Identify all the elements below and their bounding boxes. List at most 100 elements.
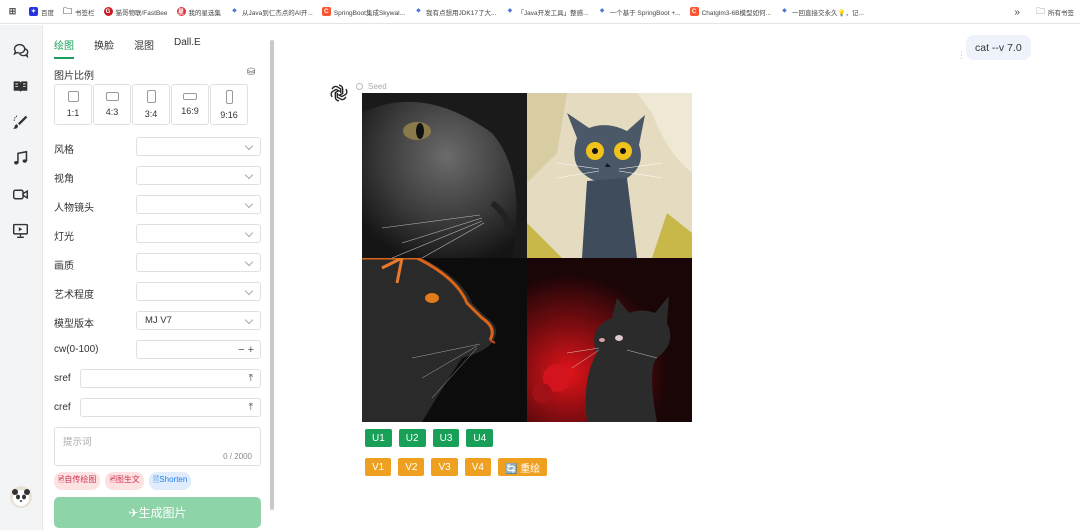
message-menu-icon[interactable]: ⋮ [957, 50, 966, 61]
u3-button[interactable]: U3 [432, 429, 460, 447]
cat-image-1[interactable] [362, 93, 527, 258]
drawing-settings-panel: 绘图 换脸 混图 Dall.E 图片比例 ⛁ 1:1 4:3 3:4 16:9 … [44, 25, 272, 530]
cw-input[interactable]: − + [136, 340, 261, 359]
light-label: 灯光 [54, 232, 74, 243]
prompt-placeholder: 提示词 [63, 437, 92, 448]
all-bookmarks-button[interactable]: 所有书签 [1048, 7, 1074, 17]
rail-presentation-button[interactable] [9, 219, 31, 241]
video-icon [12, 189, 28, 199]
v2-button[interactable]: V2 [398, 458, 425, 476]
apps-button[interactable]: ⊞ [8, 6, 20, 16]
wide-shape-icon [183, 93, 197, 100]
portrait-shape-icon [146, 90, 156, 103]
generated-image-grid[interactable] [362, 93, 692, 422]
u2-button[interactable]: U2 [398, 429, 426, 447]
orange-lit-cat-image [362, 258, 527, 422]
variation-buttons: V1 V2 V3 V4 🔄 重绘 [365, 458, 554, 476]
v1-button[interactable]: V1 [365, 458, 392, 476]
gitee-icon: G [103, 7, 113, 16]
v4-button[interactable]: V4 [464, 458, 491, 476]
model-label: 模型版本 [54, 319, 94, 330]
v3-button[interactable]: V3 [431, 458, 458, 476]
bookmark-icon: ⬥ [507, 8, 513, 14]
clear-settings-icon[interactable]: ⛁ [247, 67, 255, 78]
tab-face-swap[interactable]: 换脸 [94, 37, 114, 59]
quality-label: 画质 [54, 261, 74, 272]
model-select[interactable]: MJ V7 [136, 311, 261, 330]
bookmark-chatglm[interactable]: C Chatglm3-6B模型如何... [689, 7, 771, 17]
img2img-chip[interactable]: 🖻自传绘图 [54, 472, 101, 490]
cat-image-4[interactable] [527, 258, 692, 422]
cref-input[interactable]: ⤒ [80, 398, 261, 417]
redo-button[interactable]: 🔄 重绘 [497, 458, 548, 476]
sref-input[interactable]: ⤒ [80, 369, 261, 388]
left-rail [0, 25, 43, 530]
bookmark-jdk17[interactable]: ⬥ 我有点想用JDK17了大... [414, 7, 496, 17]
tab-blend[interactable]: 混图 [134, 37, 154, 59]
seed-toggle[interactable]: Seed [356, 82, 387, 91]
ratio-16-9[interactable]: 16:9 [171, 84, 209, 125]
apps-grid-icon: ⊞ [8, 6, 17, 16]
bookmark-springboot[interactable]: ⬥ 一个基于 SpringBoot +... [598, 7, 681, 17]
rail-video-button[interactable] [9, 183, 31, 205]
upload-icon[interactable]: ⤒ [249, 373, 253, 384]
cat-image-3[interactable] [362, 258, 527, 422]
ratio-1-1[interactable]: 1:1 [54, 84, 92, 125]
chevron-down-icon [244, 141, 254, 151]
bookmark-skywalking[interactable]: C SpringBoot集成Skywal... [321, 7, 405, 17]
user-avatar[interactable] [10, 486, 32, 508]
csdn-icon: C [689, 7, 699, 16]
u4-button[interactable]: U4 [466, 429, 494, 447]
cref-label: cref [54, 402, 71, 413]
upload-icon[interactable]: ⤒ [249, 402, 253, 413]
bookmark-java-ai[interactable]: ⬥ 从Java到仁杰点的AI开... [230, 7, 312, 17]
tall-shape-icon [225, 89, 233, 104]
bookmark-fastbee[interactable]: G 猫哥物联/FastBee [103, 7, 168, 17]
brush-icon [12, 115, 27, 129]
light-select[interactable] [136, 224, 261, 243]
bookmark-icon: ⬥ [782, 8, 787, 14]
all-bookmarks-folder-icon: 🗀 [1035, 6, 1045, 16]
chevron-down-icon [244, 315, 254, 325]
rail-book-button[interactable] [9, 75, 31, 97]
tab-draw[interactable]: 绘图 [54, 37, 74, 59]
img2text-chip[interactable]: 🖻图生文 [105, 472, 144, 490]
folder-icon: 🗀 [63, 5, 73, 16]
bookmark-java-tools[interactable]: ⬥ 「Java开发工具」整感... [505, 7, 589, 17]
view-select[interactable] [136, 166, 261, 185]
chat-icon [12, 43, 28, 58]
rail-music-button[interactable] [9, 147, 31, 169]
bookmark-folder[interactable]: 🗀 书签栏 [63, 5, 95, 17]
ratio-label: 图片比例 [54, 71, 94, 82]
ratio-3-4[interactable]: 3:4 [132, 84, 170, 125]
quality-select[interactable] [136, 253, 261, 272]
u1-button[interactable]: U1 [365, 429, 392, 447]
cartoon-cat-image [527, 93, 692, 258]
more-bookmarks-button[interactable]: » [1014, 7, 1020, 18]
art-select[interactable] [136, 282, 261, 301]
shot-select[interactable] [136, 195, 261, 214]
shorten-chip[interactable]: 🖹Shorten [148, 472, 192, 490]
xing-icon: 星 [176, 7, 186, 16]
music-icon [13, 150, 27, 164]
rail-draw-button[interactable] [9, 111, 31, 133]
bookmark-xing[interactable]: 星 我的星选集 [176, 7, 221, 17]
cw-stepper[interactable]: − + [238, 344, 254, 356]
panel-scrollbar[interactable] [270, 40, 274, 510]
bookmark-icon: ⬥ [416, 8, 421, 14]
cat-image-2[interactable] [527, 93, 692, 258]
bookmark-permanent[interactable]: ⬥ 一回直接交永久💡，记... [780, 7, 864, 17]
prompt-textarea[interactable]: 提示词 0 / 2000 [54, 427, 261, 466]
style-select[interactable] [136, 137, 261, 156]
baidu-icon: ✦ [29, 7, 38, 16]
generate-image-button[interactable]: ✈生成图片 [54, 497, 261, 528]
ratio-4-3[interactable]: 4:3 [93, 84, 131, 125]
openai-logo-icon [330, 84, 348, 102]
ratio-9-16[interactable]: 9:16 [210, 84, 248, 125]
prompt-tools: 🖻自传绘图 🖻图生文 🖹Shorten [54, 472, 196, 490]
chevron-down-icon [244, 170, 254, 180]
tab-dalle[interactable]: Dall.E [174, 37, 201, 59]
mode-tabs: 绘图 换脸 混图 Dall.E [54, 37, 221, 59]
bookmark-baidu[interactable]: ✦ 百度 [29, 7, 54, 17]
rail-chat-button[interactable] [9, 39, 31, 61]
